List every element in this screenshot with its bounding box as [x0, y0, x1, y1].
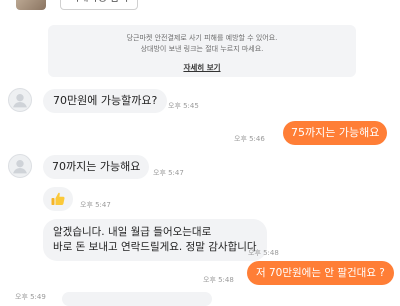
message-bubble-in[interactable]: 70까지는 가능해요 — [43, 155, 150, 179]
message-time: 오후 5:46 — [234, 135, 265, 143]
message-bubble-in[interactable]: 70만원에 가능할까요? — [43, 89, 168, 113]
message-bubble-in[interactable] — [62, 292, 212, 306]
message-line: 알겠습니다. 내일 월급 들어오는대로 — [53, 226, 212, 238]
notice-details-link[interactable]: 자세히 보기 — [183, 62, 220, 73]
notice-line-1: 당근마켓 안전결제로 사기 피해를 예방할 수 있어요. — [126, 34, 278, 42]
message-time: 오후 5:45 — [168, 102, 199, 110]
message-time: 오후 5:49 — [15, 293, 46, 301]
message-time: 오후 5:47 — [153, 169, 184, 177]
message-time: 오후 5:47 — [80, 201, 111, 209]
notice-line-2: 상대방이 보낸 링크는 절대 누르지 마세요. — [140, 45, 264, 53]
confirm-deal-button[interactable]: 거래확정 갑기 — [60, 0, 139, 10]
avatar[interactable] — [8, 88, 32, 112]
user-avatar-icon — [13, 94, 27, 108]
message-bubble-out[interactable]: 75까지는 가능해요 — [283, 121, 388, 145]
message-bubble-in[interactable]: 알겠습니다. 내일 월급 들어오는대로 바로 돈 보내고 연락드릴게요. 정말 … — [43, 219, 267, 261]
message-bubble-in[interactable] — [43, 187, 73, 211]
message-bubble-out[interactable]: 저 70만원에는 안 팔건대요 ? — [247, 261, 394, 285]
thumbs-up-icon — [51, 192, 65, 205]
product-header: 거래확정 갑기 — [0, 0, 400, 10]
safety-notice: 당근마켓 안전결제로 사기 피해를 예방할 수 있어요. 상대방이 보낸 링크는… — [48, 25, 356, 77]
message-time: 오후 5:48 — [203, 276, 234, 284]
avatar[interactable] — [8, 154, 32, 178]
message-time: 오후 5:48 — [248, 249, 279, 257]
message-line: 바로 돈 보내고 연락드릴게요. 정말 감사합니다 — [53, 241, 257, 253]
product-thumbnail[interactable] — [16, 0, 46, 10]
user-avatar-icon — [13, 160, 27, 174]
